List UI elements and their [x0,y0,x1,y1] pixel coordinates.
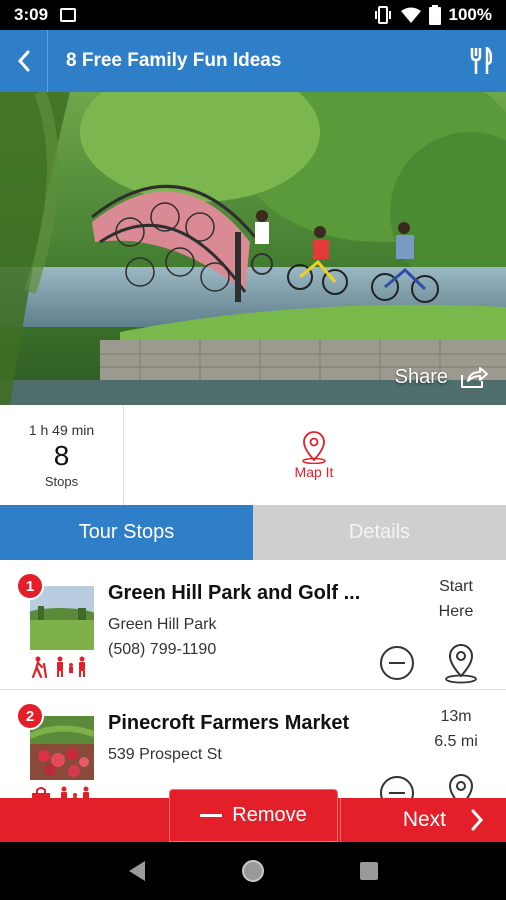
stops-label: Stops [44,473,79,489]
family-icon [61,786,89,798]
stop-distance-line2: Here [438,603,474,620]
list-item[interactable]: 2 Pinecroft Farmers Market 539 Prospect … [0,690,506,798]
stop-phone[interactable]: (508) 799-1190 [108,641,216,659]
fork-knife-icon [470,47,492,74]
map-pin-icon[interactable] [442,644,480,684]
stop-number-badge: 2 [16,702,44,730]
hero-photo: Share [0,92,506,405]
map-pin-icon[interactable] [442,774,480,798]
activity-icons [30,786,92,798]
tour-duration-block: 1 h 49 min 8 Stops [0,405,124,505]
back-triangle-icon[interactable] [127,860,147,882]
status-icons: 100% [373,5,492,25]
next-label: Next [402,808,446,831]
stop-name: Pinecroft Farmers Market [108,712,350,734]
tab-bar: Tour Stops Details [0,505,506,560]
stop-distance: 13m 6.5 mi [416,704,496,754]
home-circle-icon[interactable] [240,858,266,884]
stop-name: Green Hill Park and Golf ... [108,582,361,604]
stop-number-badge: 1 [16,572,44,600]
family-icon [57,656,85,677]
stop-distance: Start Here [416,574,496,624]
chevron-right-icon [471,809,484,831]
share-button[interactable]: Share [395,366,488,389]
next-button[interactable]: Next [340,798,506,842]
chevron-left-icon [17,50,29,72]
remove-stop-button[interactable] [380,776,414,798]
stop-distance-line1: Start [439,578,473,595]
minus-icon [389,792,405,794]
shopping-icon [32,787,50,798]
list-item[interactable]: 1 Green Hill Park and Golf ... Green Hil… [0,560,506,690]
stop-distance-line2: 6.5 mi [434,733,478,750]
vibrate-icon [374,6,391,24]
clock: 3:09 [14,5,49,24]
remove-label: Remove [232,804,307,826]
remove-button[interactable]: Remove [169,789,338,842]
system-nav-bar [0,842,506,900]
app-bar: 8 Free Family Fun Ideas [0,30,506,92]
tab-tour-stops[interactable]: Tour Stops [0,505,253,560]
battery-percent: 100% [448,5,492,24]
stop-count: 8 [53,439,70,471]
tour-summary: 1 h 49 min 8 Stops Map It [0,405,506,505]
share-icon [461,366,488,388]
stop-distance-line1: 13m [440,708,472,725]
stop-address: Green Hill Park [108,616,217,633]
map-pin-icon [302,431,326,464]
stops-list: 1 Green Hill Park and Golf ... Green Hil… [0,560,506,798]
park-bridge-photo [0,92,506,405]
battery-icon [428,5,441,25]
map-it-button[interactable]: Map It [254,405,374,505]
image-icon [60,8,77,22]
tour-duration: 1 h 49 min [28,421,95,438]
activity-icons [30,656,88,678]
map-it-label: Map It [294,464,334,480]
page-title: 8 Free Family Fun Ideas [66,50,282,71]
status-bar: 3:09 100% [0,0,506,30]
stop-address: 539 Prospect St [108,746,222,763]
remove-stop-button[interactable] [380,646,414,680]
back-button[interactable] [0,30,48,92]
share-label: Share [394,366,448,388]
hiking-icon [31,656,48,678]
minus-icon [389,662,405,664]
minus-icon [200,814,223,817]
tab-details[interactable]: Details [253,505,506,560]
dining-button[interactable] [456,30,506,92]
wifi-icon [400,7,421,23]
recents-square-icon[interactable] [359,861,379,881]
